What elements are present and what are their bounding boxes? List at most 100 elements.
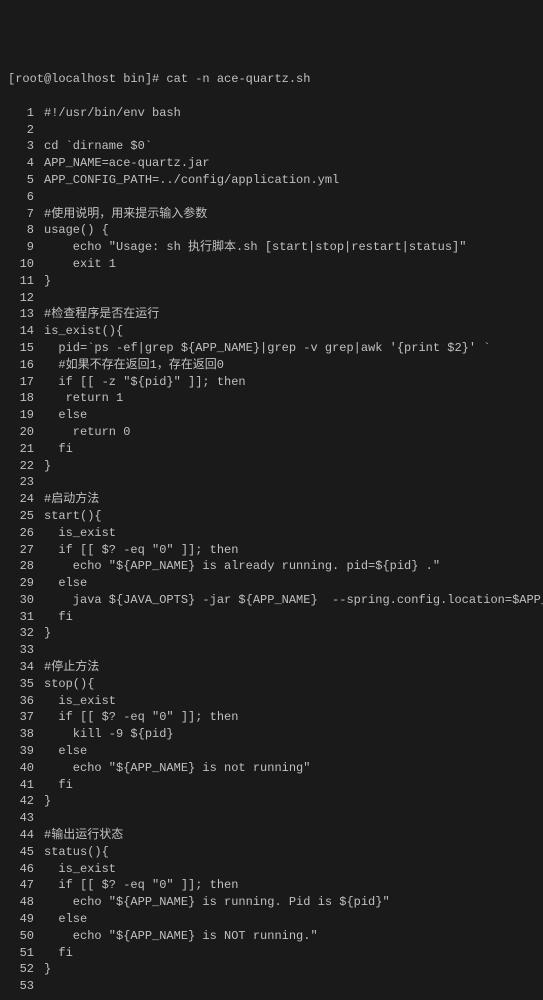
shell-prompt: [root@localhost bin]# cat -n ace-quartz.…: [8, 71, 535, 88]
line-number: 43: [8, 810, 44, 827]
code-line: 10 exit 1: [8, 256, 535, 273]
line-number: 4: [8, 155, 44, 172]
line-text: fi: [44, 945, 73, 962]
code-line: 4APP_NAME=ace-quartz.jar: [8, 155, 535, 172]
code-line: 1#!/usr/bin/env bash: [8, 105, 535, 122]
line-number: 28: [8, 558, 44, 575]
code-line: 25start(){: [8, 508, 535, 525]
line-text: kill -9 ${pid}: [44, 726, 174, 743]
line-number: 2: [8, 122, 44, 139]
code-line: 26 is_exist: [8, 525, 535, 542]
line-text: if [[ $? -eq "0" ]]; then: [44, 542, 238, 559]
code-line: 14is_exist(){: [8, 323, 535, 340]
code-line: 32}: [8, 625, 535, 642]
line-text: #如果不存在返回1，存在返回0: [44, 357, 224, 374]
line-number: 38: [8, 726, 44, 743]
line-number: 12: [8, 290, 44, 307]
line-text: start(){: [44, 508, 102, 525]
code-line: 40 echo "${APP_NAME} is not running": [8, 760, 535, 777]
line-number: 33: [8, 642, 44, 659]
line-number: 32: [8, 625, 44, 642]
code-line: 28 echo "${APP_NAME} is already running.…: [8, 558, 535, 575]
line-number: 48: [8, 894, 44, 911]
line-number: 52: [8, 961, 44, 978]
line-number: 46: [8, 861, 44, 878]
line-number: 10: [8, 256, 44, 273]
code-line: 2: [8, 122, 535, 139]
code-line: 43: [8, 810, 535, 827]
line-text: }: [44, 458, 51, 475]
code-line: 50 echo "${APP_NAME} is NOT running.": [8, 928, 535, 945]
code-line: 47 if [[ $? -eq "0" ]]; then: [8, 877, 535, 894]
line-text: echo "Usage: sh 执行脚本.sh [start|stop|rest…: [44, 239, 466, 256]
line-number: 3: [8, 138, 44, 155]
code-line: 51 fi: [8, 945, 535, 962]
line-text: #使用说明，用来提示输入参数: [44, 206, 207, 223]
line-number: 6: [8, 189, 44, 206]
code-line: 18 return 1: [8, 390, 535, 407]
line-number: 19: [8, 407, 44, 424]
line-text: fi: [44, 777, 73, 794]
line-number: 1: [8, 105, 44, 122]
code-line: 9 echo "Usage: sh 执行脚本.sh [start|stop|re…: [8, 239, 535, 256]
code-line: 19 else: [8, 407, 535, 424]
code-line: 37 if [[ $? -eq "0" ]]; then: [8, 709, 535, 726]
line-text: }: [44, 273, 51, 290]
code-line: 20 return 0: [8, 424, 535, 441]
line-number: 11: [8, 273, 44, 290]
line-number: 47: [8, 877, 44, 894]
line-number: 51: [8, 945, 44, 962]
code-line: 31 fi: [8, 609, 535, 626]
line-text: }: [44, 961, 51, 978]
code-line: 16 #如果不存在返回1，存在返回0: [8, 357, 535, 374]
line-text: else: [44, 407, 87, 424]
line-number: 50: [8, 928, 44, 945]
line-number: 7: [8, 206, 44, 223]
line-text: fi: [44, 441, 73, 458]
file-content: 1#!/usr/bin/env bash23cd `dirname $0`4AP…: [8, 105, 535, 995]
code-line: 5APP_CONFIG_PATH=../config/application.y…: [8, 172, 535, 189]
line-text: fi: [44, 609, 73, 626]
line-text: APP_NAME=ace-quartz.jar: [44, 155, 210, 172]
code-line: 17 if [[ -z "${pid}" ]]; then: [8, 374, 535, 391]
code-line: 12: [8, 290, 535, 307]
line-text: echo "${APP_NAME} is running. Pid is ${p…: [44, 894, 390, 911]
line-number: 26: [8, 525, 44, 542]
line-text: echo "${APP_NAME} is NOT running.": [44, 928, 318, 945]
line-number: 17: [8, 374, 44, 391]
code-line: 48 echo "${APP_NAME} is running. Pid is …: [8, 894, 535, 911]
line-number: 44: [8, 827, 44, 844]
line-number: 37: [8, 709, 44, 726]
line-number: 53: [8, 978, 44, 995]
line-number: 8: [8, 222, 44, 239]
line-text: APP_CONFIG_PATH=../config/application.ym…: [44, 172, 339, 189]
line-text: if [[ -z "${pid}" ]]; then: [44, 374, 246, 391]
line-number: 16: [8, 357, 44, 374]
line-text: else: [44, 911, 87, 928]
code-line: 46 is_exist: [8, 861, 535, 878]
line-number: 31: [8, 609, 44, 626]
line-text: java ${JAVA_OPTS} -jar ${APP_NAME} --spr…: [44, 592, 543, 609]
line-number: 27: [8, 542, 44, 559]
code-line: 23: [8, 474, 535, 491]
line-text: is_exist(){: [44, 323, 123, 340]
code-line: 36 is_exist: [8, 693, 535, 710]
line-number: 14: [8, 323, 44, 340]
code-line: 53: [8, 978, 535, 995]
line-number: 22: [8, 458, 44, 475]
line-text: return 0: [44, 424, 130, 441]
line-number: 41: [8, 777, 44, 794]
line-text: cd `dirname $0`: [44, 138, 152, 155]
line-number: 39: [8, 743, 44, 760]
code-line: 13#检查程序是否在运行: [8, 306, 535, 323]
code-line: 29 else: [8, 575, 535, 592]
line-number: 21: [8, 441, 44, 458]
code-line: 7#使用说明，用来提示输入参数: [8, 206, 535, 223]
line-text: is_exist: [44, 525, 116, 542]
line-number: 45: [8, 844, 44, 861]
line-text: usage() {: [44, 222, 109, 239]
line-text: if [[ $? -eq "0" ]]; then: [44, 709, 238, 726]
line-number: 18: [8, 390, 44, 407]
line-number: 5: [8, 172, 44, 189]
line-text: #!/usr/bin/env bash: [44, 105, 181, 122]
